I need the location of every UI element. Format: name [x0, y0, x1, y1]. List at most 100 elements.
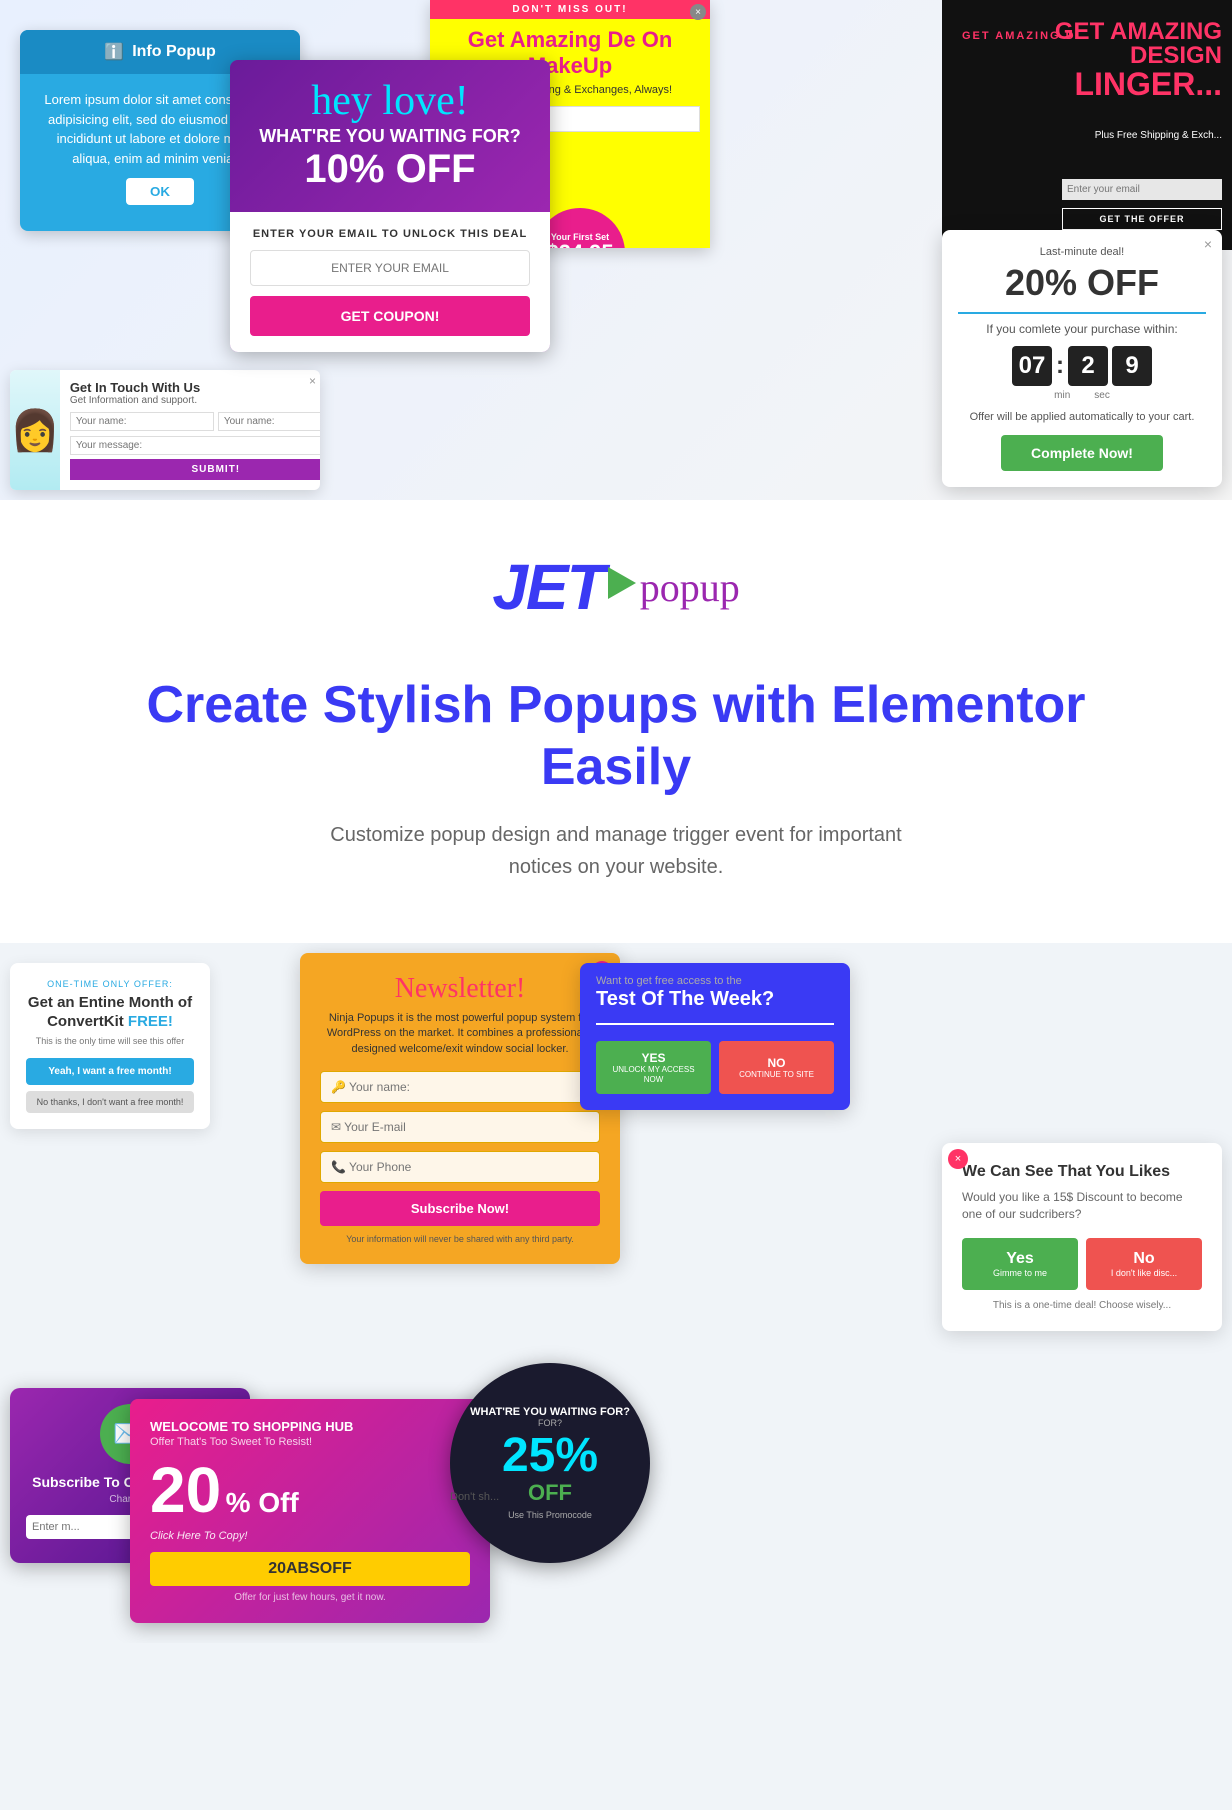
shopping-hub-off: % Off [226, 1487, 299, 1518]
timer-min: 07 [1012, 346, 1052, 386]
test-week-no-label: NO [768, 1056, 786, 1070]
newsletter-privacy: Your information will never be shared wi… [320, 1234, 600, 1244]
promo-25off-for: FOR? [538, 1418, 562, 1428]
convertkit-popup: ONE-TIME ONLY OFFER: Get an Entine Month… [10, 963, 210, 1129]
we-can-see-note: This is a one-time deal! Choose wisely..… [962, 1300, 1202, 1311]
shopping-hub-code: 20ABSOFF [150, 1552, 470, 1586]
lingerie-get-amazing: GET AMAZING D... [962, 30, 1091, 42]
contact-title: Get In Touch With Us [70, 380, 320, 395]
promo-25off-popup: WHAT'RE YOU WAITING FOR? FOR? 25% OFF Us… [450, 1363, 650, 1563]
we-can-see-no-label: No [1133, 1250, 1154, 1267]
heylove-email-input[interactable] [250, 250, 530, 286]
top-banner: ℹ️ Info Popup Lorem ipsum dolor sit amet… [0, 0, 1232, 500]
hero-description: Customize popup design and manage trigge… [316, 819, 916, 883]
heylove-unlock-label: ENTER YOUR EMAIL TO UNLOCK THIS DEAL [250, 228, 530, 240]
dont-show-link[interactable]: Don't sh... [450, 1491, 499, 1503]
lingerie-offer-button[interactable]: GET THE OFFER [1062, 208, 1222, 230]
we-can-see-buttons: Yes Gimme to me × No I don't like disc..… [962, 1238, 1202, 1290]
we-can-see-yes-label: Yes [1006, 1250, 1034, 1267]
promo-25off-off: OFF [528, 1480, 572, 1506]
convertkit-title: Get an Entine Month of ConvertKit FREE! [26, 993, 194, 1032]
makeup-close-button[interactable]: × [690, 4, 706, 20]
shopping-hub-welcome: WELОCOME TO SHOPPING HUB [150, 1419, 470, 1434]
contact-popup: 👩 × Get In Touch With Us Get Information… [10, 370, 320, 490]
bottom-section: ONE-TIME ONLY OFFER: Get an Entine Month… [0, 943, 1232, 1643]
contact-name-row [70, 412, 320, 431]
logo-popup-text: popup [640, 564, 740, 611]
info-popup-title: Info Popup [132, 43, 216, 61]
convertkit-offer-label: ONE-TIME ONLY OFFER: [26, 979, 194, 989]
convertkit-desc: This is the only time will see this offe… [26, 1036, 194, 1046]
contact-image: 👩 [10, 370, 60, 490]
lingerie-sub: Plus Free Shipping & Exch... [1095, 130, 1222, 141]
we-can-see-title: We Can See That You Likes [962, 1163, 1202, 1181]
timer-sec1: 2 [1068, 346, 1108, 386]
shopping-hub-percent: 20 [150, 1454, 221, 1526]
heylove-top: hey love! WHAT'RE YOU WAITING FOR? 10% O… [230, 60, 550, 212]
newsletter-popup: × Newsletter! Ninja Popups it is the mos… [300, 953, 620, 1264]
logo-section: JET popup [0, 500, 1232, 654]
newsletter-title: Newsletter! [320, 973, 600, 1005]
contact-name1-input[interactable] [70, 412, 214, 431]
we-can-see-yes-sub: Gimme to me [974, 1268, 1066, 1278]
test-week-title: Test Of The Week? [596, 987, 834, 1011]
we-can-see-no-button[interactable]: No I don't like disc... [1086, 1238, 1202, 1290]
timer-colon: : [1056, 352, 1064, 380]
contact-content: × Get In Touch With Us Get Information a… [60, 370, 320, 490]
logo-container: JET popup [492, 550, 739, 624]
info-ok-button[interactable]: OK [126, 178, 194, 205]
promo-25off-percent: 25% [502, 1432, 598, 1480]
test-week-popup: Want to get free access to the Test Of T… [580, 963, 850, 1111]
newsletter-phone-input[interactable] [320, 1151, 600, 1183]
test-week-want: Want to get free access to the [596, 975, 834, 987]
timer-sec-label: sec [1094, 390, 1110, 401]
heylove-popup: hey love! WHAT'RE YOU WAITING FOR? 10% O… [230, 60, 550, 352]
test-week-header: Want to get free access to the Test Of T… [580, 963, 850, 1015]
test-week-buttons: YES UNLOCK MY ACCESS NOW NO CONTINUE TO … [580, 1033, 850, 1111]
makeup-dont-miss: DON'T MISS OUT! [430, 0, 710, 19]
heylove-script: hey love! [250, 80, 530, 122]
promo-25off-tagline: WHAT'RE YOU WAITING FOR? [470, 1406, 630, 1418]
heylove-bottom: ENTER YOUR EMAIL TO UNLOCK THIS DEAL GET… [230, 212, 550, 352]
contact-message-input[interactable] [70, 436, 320, 455]
contact-close-button[interactable]: × [309, 374, 316, 388]
heylove-coupon-button[interactable]: GET COUPON! [250, 296, 530, 336]
lastminute-timer: 07 : 2 9 [958, 346, 1206, 386]
info-icon: ℹ️ [104, 42, 124, 62]
shopping-hub-popup: WELОCOME TO SHOPPING HUB Offer That's To… [130, 1399, 490, 1623]
lastminute-note: Offer will be applied automatically to y… [958, 411, 1206, 423]
contact-submit-button[interactable]: SUBMIT! [70, 459, 320, 480]
logo-arrow-icon [608, 567, 636, 599]
logo-jet-text: JET [492, 550, 603, 624]
lastminute-deal-label: Last-minute deal! [958, 246, 1206, 258]
newsletter-subscribe-button[interactable]: Subscribe Now! [320, 1191, 600, 1226]
shopping-hub-percent-row: 20 % Off [150, 1458, 470, 1522]
we-can-see-close-button[interactable]: × [948, 1149, 968, 1169]
lastminute-close-button[interactable]: × [1204, 236, 1212, 252]
test-week-yes-button[interactable]: YES UNLOCK MY ACCESS NOW [596, 1041, 711, 1095]
we-can-see-no-sub: I don't like disc... [1098, 1268, 1190, 1278]
test-week-no-sub: CONTINUE TO SITE [725, 1070, 828, 1080]
timer-min-label: min [1054, 390, 1070, 401]
convertkit-yes-button[interactable]: Yeah, I want a free month! [26, 1058, 194, 1085]
newsletter-email-input[interactable] [320, 1111, 600, 1143]
test-week-yes-label: YES [641, 1051, 665, 1065]
lastminute-popup: × Last-minute deal! 20% OFF If you comle… [942, 230, 1222, 487]
we-can-see-yes-button[interactable]: Yes Gimme to me [962, 1238, 1078, 1290]
convertkit-no-button[interactable]: No thanks, I don't want a free month! [26, 1091, 194, 1113]
lastminute-discount: 20% OFF [958, 262, 1206, 304]
promo-25off-use: Use This Promocode [508, 1510, 592, 1520]
lingerie-email-input[interactable] [1062, 179, 1222, 200]
shopping-hub-offer: Offer That's Too Sweet To Resist! [150, 1436, 470, 1448]
shopping-hub-few: Offer for just few hours, get it now. [150, 1592, 470, 1603]
timer-sec2: 9 [1112, 346, 1152, 386]
test-week-yes-sub: UNLOCK MY ACCESS NOW [602, 1065, 705, 1084]
heylove-discount: 10% OFF [250, 147, 530, 192]
test-week-no-button[interactable]: NO CONTINUE TO SITE [719, 1041, 834, 1095]
we-can-see-popup: We Can See That You Likes Would you like… [942, 1143, 1222, 1332]
lastminute-divider [958, 312, 1206, 314]
contact-name2-input[interactable] [218, 412, 320, 431]
lastminute-complete-button[interactable]: Complete Now! [1001, 435, 1163, 471]
newsletter-name-input[interactable] [320, 1071, 600, 1103]
convertkit-free-text: FREE! [128, 1013, 173, 1030]
